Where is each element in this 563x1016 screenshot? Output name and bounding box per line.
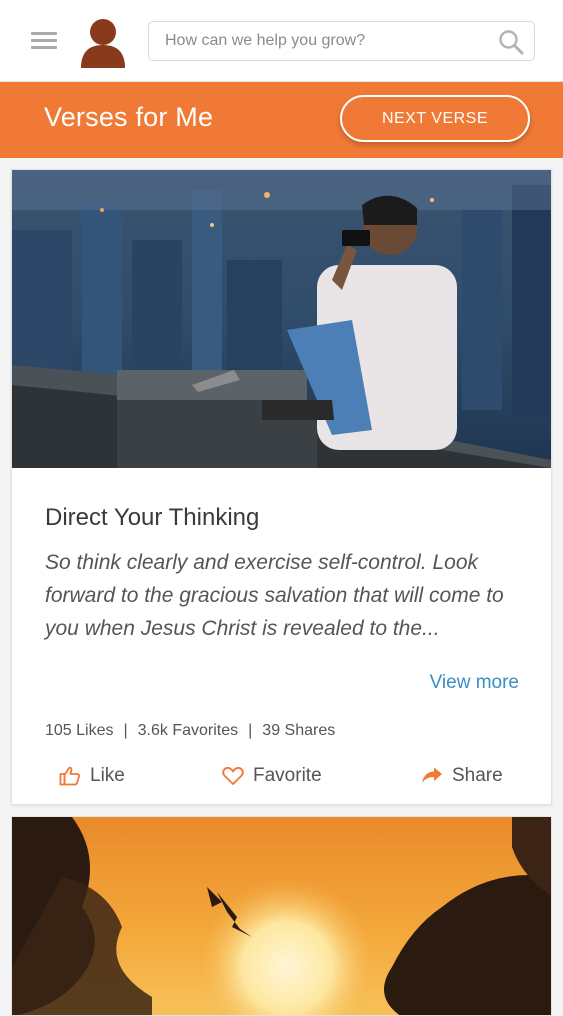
verse-text: So think clearly and exercise self-contr… [45, 551, 504, 640]
likes-count: 105 Likes [45, 722, 114, 739]
favorites-count: 3.6k Favorites [137, 722, 239, 739]
heart-icon [222, 766, 244, 785]
search-icon[interactable] [498, 29, 524, 55]
share-arrow-icon [422, 767, 442, 783]
verse-title: Direct Your Thinking [45, 504, 260, 531]
shares-count: 39 Shares [262, 722, 336, 739]
hamburger-menu-icon[interactable] [31, 32, 57, 50]
next-verse-button[interactable]: NEXT VERSE [340, 95, 530, 142]
verse-image[interactable] [12, 817, 552, 1016]
share-button[interactable]: Share [421, 762, 503, 790]
top-bar [0, 0, 563, 82]
verse-stats: 105 Likes | 3.6k Favorites | 39 Shares [45, 722, 335, 740]
search-input[interactable] [149, 22, 489, 60]
view-more-link[interactable]: View more [430, 672, 519, 694]
stats-separator: | [123, 722, 128, 739]
verse-image[interactable] [12, 170, 551, 468]
thumbs-up-icon [59, 766, 80, 786]
user-avatar-icon[interactable] [79, 18, 127, 68]
section-title: Verses for Me [44, 102, 214, 132]
favorite-button[interactable]: Favorite [222, 762, 322, 790]
search-box [148, 21, 535, 61]
favorite-label: Favorite [253, 765, 322, 786]
like-label: Like [90, 765, 125, 786]
like-button[interactable]: Like [59, 762, 125, 790]
verse-card: Direct Your Thinking So think clearly an… [11, 169, 552, 805]
share-label: Share [452, 765, 503, 786]
stats-separator: | [248, 722, 253, 739]
verse-card [11, 816, 552, 1016]
section-banner: Verses for Me NEXT VERSE [0, 82, 563, 158]
